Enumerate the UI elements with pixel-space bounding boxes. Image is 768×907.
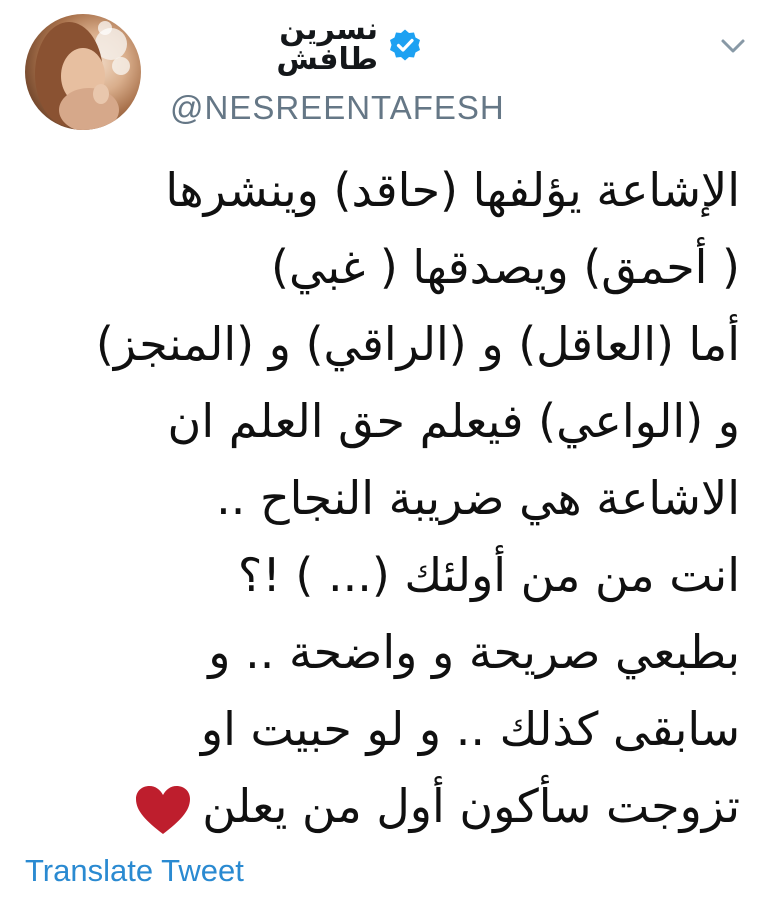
tweet-text-line-last: تزوجت سأكون أول من يعلن	[40, 768, 740, 845]
avatar[interactable]	[25, 14, 141, 130]
author-handle[interactable]: @NESREENTAFESH	[170, 89, 505, 127]
chevron-down-icon[interactable]	[718, 36, 748, 56]
translate-tweet-link[interactable]: Translate Tweet	[25, 853, 244, 889]
tweet-text-line: و (الواعي) فيعلم حق العلم ان	[167, 394, 740, 448]
tweet-text-line: انت من من أولئك (... ) !؟	[237, 548, 740, 602]
heart-icon	[136, 785, 191, 834]
tweet-text-line: الاشاعة هي ضريبة النجاح ..	[216, 471, 740, 525]
tweet-author: نسرين طافش @NESREENTAFESH	[170, 14, 710, 127]
author-display-name[interactable]: نسرين طافش	[170, 15, 378, 75]
tweet-text: الإشاعة يؤلفها (حاقد) وينشرها ( أحمق) وي…	[40, 152, 740, 845]
tweet-card: نسرين طافش @NESREENTAFESH الإشاعة يؤلفها…	[0, 0, 768, 907]
tweet-text-line: أما (العاقل) و (الراقي) و (المنجز)	[95, 317, 740, 371]
avatar-photo-icon	[35, 21, 130, 130]
author-name-row: نسرين طافش	[170, 14, 422, 76]
tweet-text-line: بطبعي صريحة و واضحة .. و	[208, 625, 740, 679]
verified-badge-icon	[390, 29, 420, 61]
tweet-text-line: ( أحمق) ويصدقها ( غبي)	[271, 240, 740, 294]
tweet-text-line: تزوجت سأكون أول من يعلن	[202, 779, 740, 833]
tweet-text-line: سابقى كذلك .. و لو حبيت او	[200, 702, 740, 756]
tweet-text-line: الإشاعة يؤلفها (حاقد) وينشرها	[165, 163, 740, 217]
